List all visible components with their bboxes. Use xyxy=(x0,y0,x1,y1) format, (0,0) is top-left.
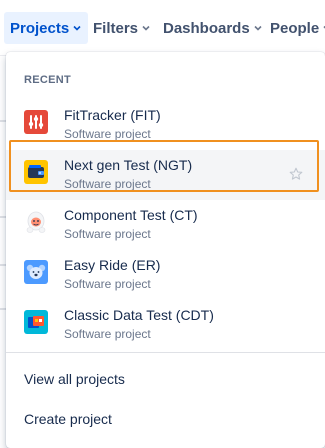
project-name: Classic Data Test (CDT) xyxy=(64,307,214,323)
nav-filters[interactable]: Filters xyxy=(87,12,157,44)
project-name: FitTracker (FIT) xyxy=(64,107,161,123)
chevron-down-icon xyxy=(253,23,263,33)
view-all-projects-link[interactable]: View all projects xyxy=(6,359,325,399)
nav-projects-label: Projects xyxy=(10,19,70,37)
nav-people[interactable]: People xyxy=(264,12,325,44)
yeti-icon xyxy=(24,210,48,234)
nav-filters-label: Filters xyxy=(93,19,139,37)
nav-projects[interactable]: Projects xyxy=(4,12,89,44)
star-icon[interactable] xyxy=(289,167,303,181)
project-type: Software project xyxy=(64,177,151,191)
project-item-next-gen-test[interactable]: Next gen Test (NGT) Software project xyxy=(6,150,325,200)
project-type: Software project xyxy=(64,327,151,341)
project-item-fittracker[interactable]: FitTracker (FIT) Software project xyxy=(6,100,325,150)
nav-dashboards-label: Dashboards xyxy=(163,19,250,37)
create-project-link[interactable]: Create project xyxy=(6,399,325,439)
project-item-component-test[interactable]: Component Test (CT) Software project xyxy=(6,200,325,250)
wallet-icon xyxy=(24,160,48,184)
nav-people-label: People xyxy=(270,19,320,37)
project-type: Software project xyxy=(64,127,151,141)
top-navigation: Projects Filters Dashboards People xyxy=(0,0,325,56)
projects-dropdown: RECENT FitTracker (FIT) Software project xyxy=(6,52,325,448)
project-type: Software project xyxy=(64,227,151,241)
project-name: Easy Ride (ER) xyxy=(64,257,161,273)
project-item-classic-data-test[interactable]: Classic Data Test (CDT) Software project xyxy=(6,300,325,350)
project-name: Next gen Test (NGT) xyxy=(64,157,193,173)
folder-icon xyxy=(24,310,48,334)
nav-dashboards[interactable]: Dashboards xyxy=(157,12,269,44)
chevron-down-icon xyxy=(141,23,151,33)
project-name: Component Test (CT) xyxy=(64,207,198,223)
recent-section-label: RECENT xyxy=(24,74,72,86)
project-type: Software project xyxy=(64,277,151,291)
chevron-down-icon xyxy=(72,23,82,33)
project-item-easy-ride[interactable]: Easy Ride (ER) Software project xyxy=(6,250,325,300)
fittracker-sliders-icon xyxy=(24,110,48,134)
dropdown-divider xyxy=(6,352,325,353)
koala-icon xyxy=(24,260,48,284)
